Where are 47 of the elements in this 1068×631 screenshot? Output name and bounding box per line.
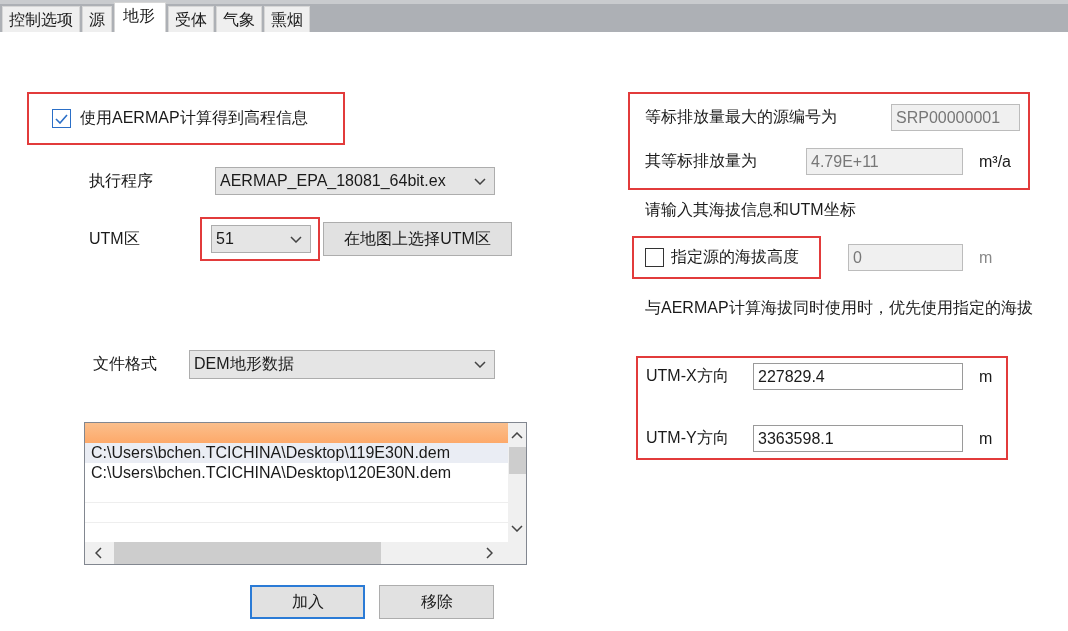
scroll-thumb[interactable] <box>114 542 381 564</box>
tab[interactable]: 源 <box>82 6 112 32</box>
note-text: 与AERMAP计算海拔同时使用时，优先使用指定的海拔 <box>645 298 1034 318</box>
dropdown[interactable]: DEM地形数据 <box>189 350 495 379</box>
field-label: UTM区 <box>89 228 141 249</box>
caret-icon <box>474 361 486 368</box>
checkbox-label: 指定源的海拔高度 <box>671 247 799 267</box>
unit-label: m <box>979 248 993 267</box>
coordinate-field[interactable]: 3363598.1 <box>753 425 963 452</box>
arrow-up-icon <box>511 432 523 439</box>
arrow-right-icon <box>486 547 493 559</box>
field-label: 执行程序 <box>89 170 154 191</box>
unit-label: m <box>979 367 993 386</box>
elevation-field: 0 <box>848 244 963 271</box>
field-label: 其等标排放量为 <box>645 151 758 171</box>
unit-label: m³/a <box>979 152 1011 171</box>
arrow-left-icon <box>95 547 102 559</box>
add-button[interactable]: 加入 <box>250 585 365 619</box>
remove-button[interactable]: 移除 <box>379 585 494 619</box>
file-list-item[interactable]: C:\Users\bchen.TCICHINA\Desktop\119E30N.dem <box>85 443 508 463</box>
dropdown[interactable]: AERMAP_EPA_18081_64bit.ex <box>215 167 495 195</box>
tab[interactable]: 气象 <box>216 6 262 32</box>
file-list-item[interactable]: C:\Users\bchen.TCICHINA\Desktop\120E30N.dem <box>85 463 508 483</box>
horizontal-scrollbar[interactable] <box>85 542 526 564</box>
readonly-field: 4.79E+11 <box>806 148 963 175</box>
checkbox[interactable] <box>52 109 71 128</box>
caret-icon <box>474 177 486 185</box>
select-on-map-button[interactable]: 在地图上选择UTM区 <box>323 222 512 256</box>
arrow-down-icon <box>511 525 523 532</box>
tab[interactable]: 地形 <box>114 2 166 32</box>
instruction-text: 请输入其海拔信息和UTM坐标 <box>645 200 857 220</box>
dropdown[interactable]: 51 <box>211 225 311 253</box>
coordinate-field[interactable]: 227829.4 <box>753 363 963 390</box>
checkmark-icon <box>55 113 68 124</box>
field-label: 等标排放量最大的源编号为 <box>645 107 838 127</box>
tab[interactable]: 受体 <box>168 6 214 32</box>
unit-label: m <box>979 429 993 448</box>
caret-icon <box>290 235 302 243</box>
field-label: UTM-X方向 <box>646 366 730 386</box>
vertical-scrollbar[interactable] <box>508 423 526 542</box>
checkbox-label: 使用AERMAP计算得到高程信息 <box>80 108 308 128</box>
readonly-field: SRP00000001 <box>891 104 1020 131</box>
tab[interactable]: 控制选项 <box>2 6 80 32</box>
tab[interactable]: 熏烟 <box>264 6 310 32</box>
field-label: 文件格式 <box>93 354 158 374</box>
field-label: UTM-Y方向 <box>646 428 730 448</box>
scroll-thumb[interactable] <box>508 447 526 474</box>
